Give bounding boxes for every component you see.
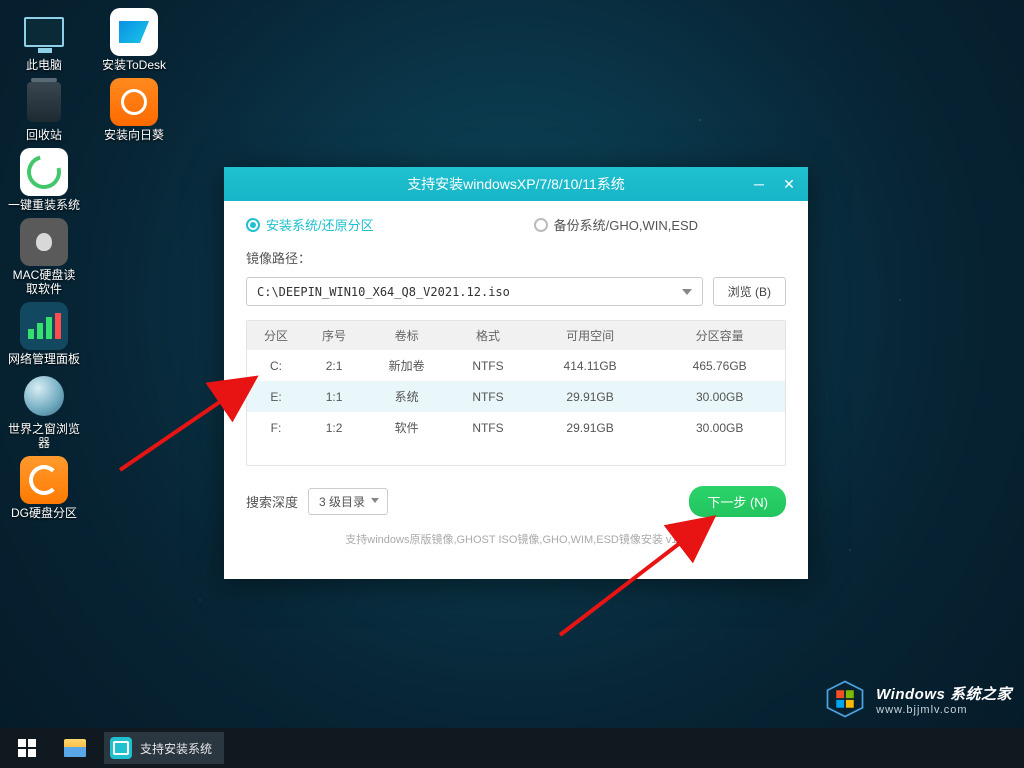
search-depth-label: 搜索深度 bbox=[246, 492, 298, 511]
icon-label: 此电脑 bbox=[26, 58, 62, 72]
cell-cap: 465.76GB bbox=[654, 350, 785, 381]
minimize-button[interactable]: ─ bbox=[746, 173, 772, 195]
window-title: 支持安装windowsXP/7/8/10/11系统 bbox=[407, 174, 625, 194]
radio-dot-icon bbox=[534, 218, 548, 232]
radio-backup[interactable]: 备份系统/GHO,WIN,ESD bbox=[534, 215, 698, 234]
titlebar[interactable]: 支持安装windowsXP/7/8/10/11系统 ─ ✕ bbox=[224, 167, 808, 201]
close-button[interactable]: ✕ bbox=[776, 173, 802, 195]
image-path-label: 镜像路径： bbox=[246, 248, 786, 267]
desktop-icon-this-pc[interactable]: 此电脑 bbox=[8, 8, 80, 72]
col-format: 格式 bbox=[450, 321, 526, 350]
icon-label: 世界之窗浏览器 bbox=[8, 422, 80, 450]
cell-fmt: NTFS bbox=[450, 381, 526, 412]
icon-label: 安装向日葵 bbox=[104, 128, 164, 142]
radio-dot-icon bbox=[246, 218, 260, 232]
cell-num: 1:1 bbox=[305, 381, 363, 412]
taskbar: 支持安装系统 bbox=[0, 728, 1024, 768]
cell-vol: 系统 bbox=[363, 381, 450, 412]
sunflower-icon bbox=[110, 78, 158, 126]
cell-vol: 新加卷 bbox=[363, 350, 450, 381]
browse-button[interactable]: 浏览 (B) bbox=[713, 277, 786, 306]
installer-window: 支持安装windowsXP/7/8/10/11系统 ─ ✕ 安装系统/还原分区 … bbox=[224, 167, 808, 579]
cell-vol: 软件 bbox=[363, 412, 450, 443]
chevron-down-icon bbox=[682, 289, 692, 295]
desktop-icon-net-panel[interactable]: 网络管理面板 bbox=[8, 302, 80, 366]
dg-icon bbox=[20, 456, 68, 504]
cell-free: 414.11GB bbox=[526, 350, 654, 381]
next-button[interactable]: 下一步 (N) bbox=[689, 486, 786, 517]
watermark-title: Windows 系统之家 bbox=[876, 683, 1012, 704]
trash-icon bbox=[27, 82, 61, 122]
table-row[interactable]: F:1:2软件NTFS29.91GB30.00GB bbox=[247, 412, 785, 443]
globe-icon bbox=[24, 376, 64, 416]
cell-part: C: bbox=[247, 350, 305, 381]
taskbar-app-installer[interactable]: 支持安装系统 bbox=[104, 732, 224, 764]
taskbar-app-label: 支持安装系统 bbox=[140, 740, 212, 757]
table-row[interactable]: E:1:1系统NTFS29.91GB30.00GB bbox=[247, 381, 785, 412]
folder-icon bbox=[64, 739, 86, 757]
col-index: 序号 bbox=[305, 321, 363, 350]
cell-free: 29.91GB bbox=[526, 381, 654, 412]
desktop-icon-dg-partition[interactable]: DG硬盘分区 bbox=[8, 456, 80, 520]
icon-label: 安装ToDesk bbox=[102, 58, 166, 72]
reinstall-icon bbox=[20, 148, 68, 196]
radio-label: 备份系统/GHO,WIN,ESD bbox=[554, 215, 698, 234]
start-button[interactable] bbox=[4, 728, 50, 768]
watermark-url: www.bjjmlv.com bbox=[876, 704, 1012, 716]
table-header-row: 分区 序号 卷标 格式 可用空间 分区容量 bbox=[247, 321, 785, 350]
col-capacity: 分区容量 bbox=[654, 321, 785, 350]
taskbar-file-explorer[interactable] bbox=[52, 728, 98, 768]
col-free: 可用空间 bbox=[526, 321, 654, 350]
cell-part: F: bbox=[247, 412, 305, 443]
search-depth-select[interactable]: 3 级目录 bbox=[308, 488, 388, 515]
windows-start-icon bbox=[18, 739, 36, 757]
cell-num: 1:2 bbox=[305, 412, 363, 443]
icon-label: DG硬盘分区 bbox=[11, 506, 77, 520]
desktop-icon-sunflower[interactable]: 安装向日葵 bbox=[98, 78, 170, 142]
icon-label: 网络管理面板 bbox=[8, 352, 80, 366]
desktop-icon-todesk[interactable]: 安装ToDesk bbox=[98, 8, 170, 72]
desktop-icons: 此电脑 安装ToDesk 回收站 安装向日葵 一键重装系统 MAC硬盘读取软件 bbox=[8, 8, 170, 520]
todesk-icon bbox=[110, 8, 158, 56]
cell-part: E: bbox=[247, 381, 305, 412]
network-bars-icon bbox=[20, 302, 68, 350]
cell-num: 2:1 bbox=[305, 350, 363, 381]
icon-label: 一键重装系统 bbox=[8, 198, 80, 212]
desktop-icon-reinstall[interactable]: 一键重装系统 bbox=[8, 148, 80, 212]
cell-cap: 30.00GB bbox=[654, 381, 785, 412]
col-volume: 卷标 bbox=[363, 321, 450, 350]
watermark: Windows 系统之家 www.bjjmlv.com bbox=[824, 678, 1012, 720]
icon-label: 回收站 bbox=[26, 128, 62, 142]
icon-label: MAC硬盘读取软件 bbox=[8, 268, 80, 296]
image-path-value: C:\DEEPIN_WIN10_X64_Q8_V2021.12.iso bbox=[257, 285, 510, 299]
cell-fmt: NTFS bbox=[450, 350, 526, 381]
support-text: 支持windows原版镜像,GHOST ISO镜像,GHO,WIM,ESD镜像安… bbox=[246, 531, 786, 547]
desktop-icon-mac-disk[interactable]: MAC硬盘读取软件 bbox=[8, 218, 80, 296]
radio-install-restore[interactable]: 安装系统/还原分区 bbox=[246, 215, 374, 234]
desktop-icon-recycle-bin[interactable]: 回收站 bbox=[8, 78, 80, 142]
image-path-dropdown[interactable]: C:\DEEPIN_WIN10_X64_Q8_V2021.12.iso bbox=[246, 277, 703, 306]
cell-fmt: NTFS bbox=[450, 412, 526, 443]
desktop-icon-world-browser[interactable]: 世界之窗浏览器 bbox=[8, 372, 80, 450]
cell-cap: 30.00GB bbox=[654, 412, 785, 443]
installer-app-icon bbox=[110, 737, 132, 759]
computer-icon bbox=[24, 17, 64, 47]
windows-logo-icon bbox=[824, 678, 866, 720]
search-depth-value: 3 级目录 bbox=[319, 495, 365, 509]
radio-label: 安装系统/还原分区 bbox=[266, 215, 374, 234]
partition-table: 分区 序号 卷标 格式 可用空间 分区容量 C:2:1新加卷NTFS414.11… bbox=[246, 320, 786, 466]
apple-icon bbox=[20, 218, 68, 266]
cell-free: 29.91GB bbox=[526, 412, 654, 443]
table-row[interactable]: C:2:1新加卷NTFS414.11GB465.76GB bbox=[247, 350, 785, 381]
col-partition: 分区 bbox=[247, 321, 305, 350]
